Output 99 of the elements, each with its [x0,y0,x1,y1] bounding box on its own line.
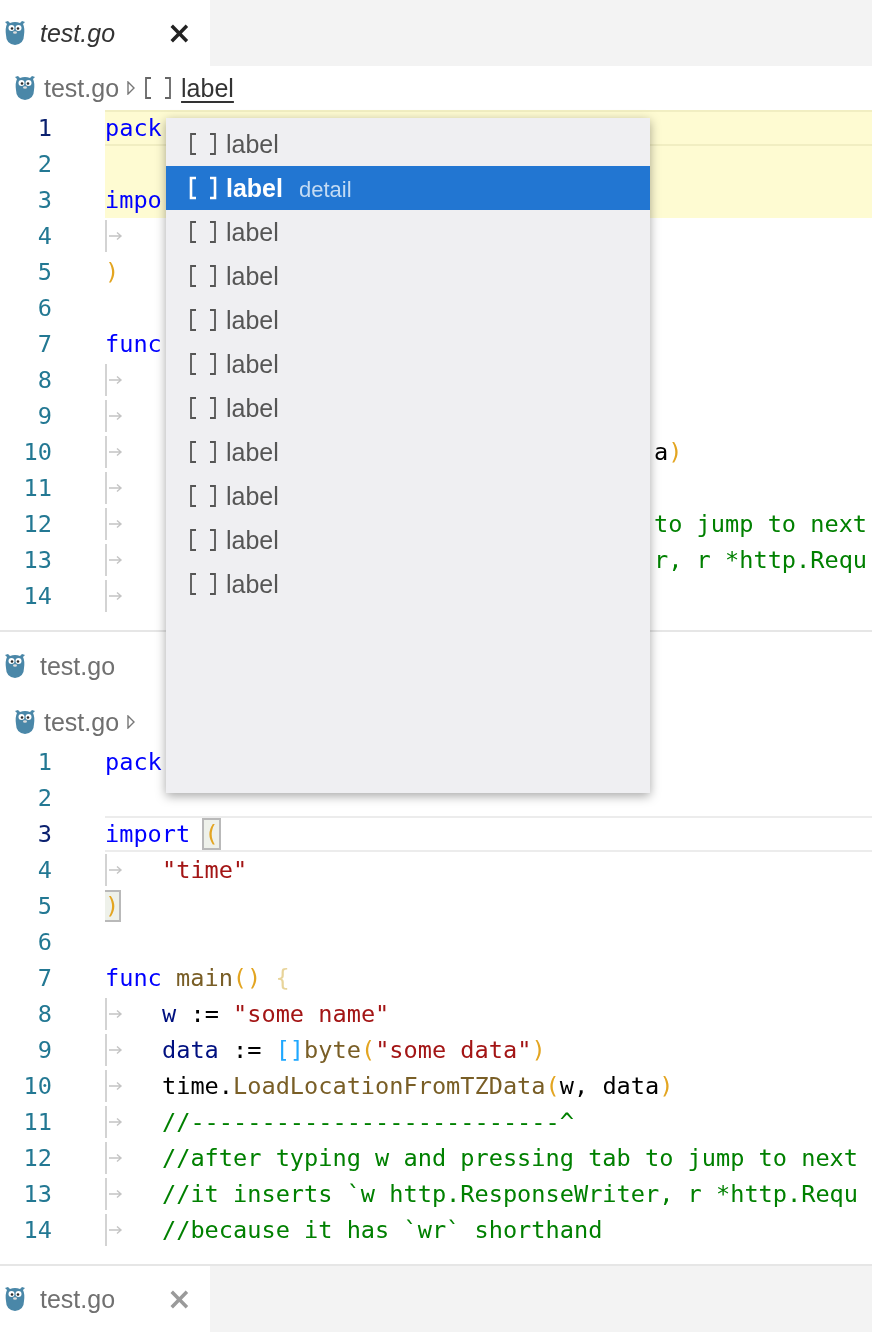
brackets-icon [188,440,218,464]
code-text: "time" [162,856,248,884]
tab-arrow-icon [109,1225,123,1235]
code-text: pack [105,748,162,776]
brackets-icon [188,396,218,420]
line-number: 7 [36,330,52,358]
code-text: w := "some name" [162,1000,390,1028]
suggestion-item[interactable]: label [166,122,650,166]
breadcrumb-item[interactable]: label [181,73,234,103]
line-number: 1 [36,748,52,776]
code-text: pack [105,114,162,142]
line-number: 3 [36,186,52,214]
line-number: 13 [22,546,52,574]
code-text: impo [105,186,162,214]
tab-arrow-icon [109,447,123,457]
line-number: 14 [22,582,52,610]
breadcrumb-item[interactable]: test.go [44,707,120,737]
code-text: time.LoadLocationFromTZData(w, data) [162,1072,674,1100]
suggestion-item[interactable]: label detail [166,166,650,210]
line-number: 9 [36,402,52,430]
brackets-icon [188,264,218,288]
brackets-icon [188,176,218,200]
code-text: func main() { [105,964,290,992]
gopher-icon [4,1286,26,1312]
gopher-icon [4,653,26,679]
tab-arrow-icon [109,231,123,241]
line-number: 5 [36,892,52,920]
code-text: data := []byte("some data") [162,1036,546,1064]
line-number: 6 [36,928,52,956]
tab-arrow-icon [109,483,123,493]
line-number: 4 [36,222,52,250]
line-number: 14 [22,1216,52,1244]
code-text: a) [654,438,684,466]
suggestion-item[interactable]: label [166,474,650,518]
code-text: //because it has `wr` shorthand [162,1216,603,1244]
gopher-icon [14,709,36,735]
code-text: func [105,330,162,358]
tab-arrow-icon [109,1117,123,1127]
line-number: 8 [36,1000,52,1028]
suggestion-item[interactable]: label [166,430,650,474]
suggestion-item[interactable]: label [166,298,650,342]
line-number: 3 [36,820,52,848]
line-number: 6 [36,294,52,322]
tab-arrow-icon [109,1189,123,1199]
line-number: 5 [36,258,52,286]
code-text: //after typing w and pressing tab to jump to next [162,1144,859,1172]
line-number: 9 [36,1036,52,1064]
tab-arrow-icon [109,519,123,529]
tab-arrow-icon [109,555,123,565]
editor-tab[interactable]: test.go × [0,1266,210,1332]
tab-arrow-icon [109,591,123,601]
tab-arrow-icon [109,1081,123,1091]
code-text: //it inserts `w http.ResponseWriter, r *http.Requ [162,1180,859,1208]
line-number: 11 [22,1108,52,1136]
line-number: 12 [22,1144,52,1172]
breadcrumb-item[interactable]: test.go [44,73,120,103]
line-number: 12 [22,510,52,538]
close-button[interactable]: × [166,18,192,48]
editor-tab[interactable]: test.go × [0,0,210,66]
line-number: 11 [22,474,52,502]
brackets-icon [188,308,218,332]
gopher-icon [4,20,26,46]
line-number: 10 [22,438,52,466]
line-number: 8 [36,366,52,394]
line-number: 7 [36,964,52,992]
code-text: ) [105,258,120,286]
tab-arrow-icon [109,375,123,385]
line-number: 13 [22,1180,52,1208]
line-number: 10 [22,1072,52,1100]
suggestion-item[interactable]: label [166,210,650,254]
chevron-icon [127,715,136,729]
suggestion-item[interactable]: label [166,342,650,386]
tab-arrow-icon [109,1045,123,1055]
brackets-icon [188,484,218,508]
suggestion-item[interactable]: label [166,254,650,298]
code-text: ) [105,892,120,920]
code-text: import ( [105,820,219,848]
brackets-icon [188,572,218,596]
code-text: //--------------------------^ [162,1108,574,1136]
line-number: 2 [36,784,52,812]
brackets-icon [188,352,218,376]
gopher-icon [14,75,36,101]
brackets-icon [188,220,218,244]
suggestion-item[interactable]: label [166,562,650,606]
tab-arrow-icon [109,865,123,875]
tab-arrow-icon [109,1009,123,1019]
brackets-icon [188,132,218,156]
brackets-icon [188,528,218,552]
code-text: to jump to next [654,510,869,538]
suggestion-item[interactable]: label [166,518,650,562]
code-text: r, r *http.Requ [654,546,869,574]
line-number: 4 [36,856,52,884]
brackets-icon [143,76,174,100]
line-number: 2 [36,150,52,178]
chevron-icon [127,81,136,95]
line-number: 1 [36,114,52,142]
suggestion-item[interactable]: label [166,386,650,430]
tab-arrow-icon [109,411,123,421]
tab-arrow-icon [109,1153,123,1163]
